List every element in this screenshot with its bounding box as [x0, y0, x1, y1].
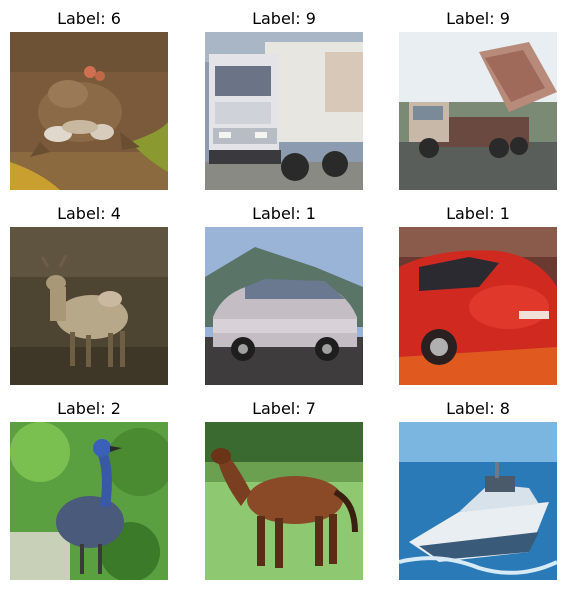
- deer-image: [10, 227, 168, 385]
- boat-image: [399, 422, 557, 580]
- panel-car: Label: 1: [205, 197, 363, 385]
- horse-image: [205, 422, 363, 580]
- panel-title: Label: 8: [446, 399, 510, 418]
- bird-image: [10, 422, 168, 580]
- panel-boat: Label: 8: [399, 392, 557, 580]
- panel-title: Label: 1: [446, 204, 510, 223]
- panel-title: Label: 4: [57, 204, 121, 223]
- panel-red-car: Label: 1: [399, 197, 557, 385]
- panel-frog: Label: 6: [10, 2, 168, 190]
- frog-image: [10, 32, 168, 190]
- panel-horse: Label: 7: [205, 392, 363, 580]
- car-image: [205, 227, 363, 385]
- panel-title: Label: 7: [252, 399, 316, 418]
- panel-bird: Label: 2: [10, 392, 168, 580]
- truck-image: [205, 32, 363, 190]
- panel-title: Label: 1: [252, 204, 316, 223]
- panel-title: Label: 6: [57, 9, 121, 28]
- panel-title: Label: 9: [446, 9, 510, 28]
- dump-truck-image: [399, 32, 557, 190]
- panel-dump-truck: Label: 9: [399, 2, 557, 190]
- red-car-image: [399, 227, 557, 385]
- panel-title: Label: 9: [252, 9, 316, 28]
- panel-title: Label: 2: [57, 399, 121, 418]
- panel-deer: Label: 4: [10, 197, 168, 385]
- panel-truck: Label: 9: [205, 2, 363, 190]
